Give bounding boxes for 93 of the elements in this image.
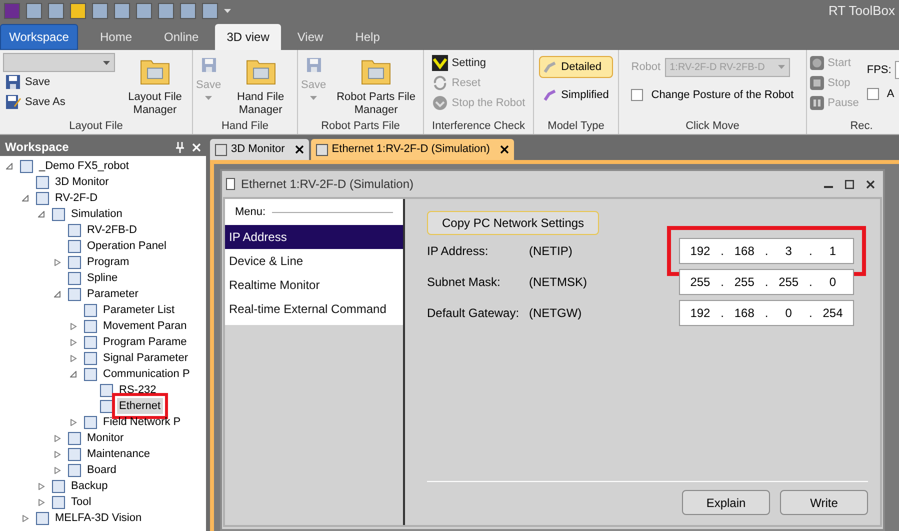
tree-item[interactable]: Maintenance [85,446,152,462]
parameter-name: (NETIP) [529,243,574,260]
ip-address-field[interactable]: 255 . 255 . 255 . 0 [679,269,854,295]
menu-item[interactable]: IP Address [225,225,403,249]
checkbox-label: Change Posture of the Robot [651,88,794,103]
dot-separator: . [720,274,724,291]
field-label: Robot [631,60,661,75]
ribbon-group-label: Hand File [220,119,270,134]
tree-item[interactable]: Simulation [69,206,124,222]
ribbon-large-button[interactable]: Layout File Manager [121,53,189,117]
model-type-button[interactable]: Simplified [539,84,613,106]
dialog-button[interactable]: Write [780,490,868,515]
ip-address-field[interactable]: 192 . 168 . 0 . 254 [679,300,854,326]
tree-item[interactable]: Spline [85,270,120,286]
ribbon-large-button[interactable]: Robot Parts File Manager [332,53,420,117]
ribbon-tab[interactable]: Home [84,24,148,50]
tree-item[interactable]: RV-2F-D [53,190,100,206]
tree-item[interactable]: _Demo FX5_robot [37,158,131,174]
document-tab[interactable]: 3D Monitor [210,139,309,160]
tree-item[interactable]: Operation Panel [85,238,168,254]
parameter-name: (NETMSK) [529,274,588,291]
tree-item[interactable]: Field Network P [101,414,183,430]
fps-label: FPS: [866,62,892,78]
octet-value: 254 [822,305,844,322]
tree-item[interactable]: Signal Parameter [101,350,190,366]
octet-value: 255 [733,274,756,291]
dot-separator: . [764,243,768,260]
octet-value: 168 [733,243,756,260]
ribbon-group-label: Model Type [546,119,606,134]
menu-heading: Menu: [235,204,266,220]
ribbon-group-label: Robot Parts File [320,119,401,134]
octet-value: 0 [784,305,793,322]
window-title: RT ToolBox [828,2,895,20]
field-label: IP Address: [427,243,490,260]
model-type-button[interactable]: Detailed [539,56,613,78]
ribbon-button[interactable]: Setting [430,53,528,73]
menu-item[interactable]: Real-time External Command [225,297,403,321]
octet-value: 255 [778,274,800,291]
octet-value: 168 [733,305,756,322]
ribbon-tab[interactable]: Help [339,24,396,50]
dialog-button[interactable]: Explain [682,490,770,515]
ribbon-button[interactable]: Save As [3,92,115,112]
tree-item[interactable]: Program Parame [101,334,189,350]
ribbon-group-label: Click Move [684,119,740,134]
dot-separator: . [764,274,768,291]
tree-item[interactable]: Program [85,254,132,270]
checkbox-option[interactable]: Change Posture of the Robot [631,84,794,106]
tree-item[interactable]: Backup [69,478,110,494]
document-tab[interactable]: Ethernet 1:RV-2F-D (Simulation) [310,139,514,160]
octet-value: 0 [828,274,838,291]
ribbon-tab[interactable]: Online [148,24,215,50]
menu-item[interactable]: Device & Line [225,249,403,273]
tree-item[interactable]: Monitor [85,430,126,446]
tree-item[interactable]: MELFA-3D Vision [53,510,144,526]
ribbon-group-label: Interference Check [431,119,526,134]
tree-item[interactable]: Movement Paran [101,318,189,334]
tree-item[interactable]: RS-232 [117,382,158,398]
octet-value: 192 [689,305,712,322]
octet-value: 1 [828,243,838,260]
ribbon-button[interactable]: Save [3,72,115,92]
menu-item[interactable]: Realtime Monitor [225,273,403,297]
dot-separator: . [720,243,724,260]
dot-separator: . [809,274,812,291]
tree-item[interactable]: Communication P [101,366,192,382]
checkbox-option[interactable]: A [866,83,899,105]
tree-item[interactable]: Tool [69,494,94,510]
tree-item[interactable]: 3D Monitor [53,174,111,190]
tree-item[interactable]: Parameter List [101,302,177,318]
parameter-name: (NETGW) [529,305,583,322]
tree-item[interactable]: Parameter [85,286,140,302]
dot-separator: . [809,243,812,260]
ribbon-tab[interactable]: Workspace [0,24,78,50]
field-label: Default Gateway: [427,305,520,322]
dot-separator: . [720,305,724,322]
tree-item[interactable]: Ethernet [117,398,163,414]
dialog-title: Ethernet 1:RV-2F-D (Simulation) [241,176,414,193]
ip-address-field[interactable]: 192 . 168 . 3 . 1 [679,238,854,264]
ribbon-tab[interactable]: View [281,24,340,50]
tree-item[interactable]: RV-2FB-D [85,222,139,238]
tree-item[interactable]: Board [85,462,118,478]
panel-title: Workspace [5,139,69,156]
ribbon-large-button[interactable]: Hand File Manager [227,53,294,117]
copy-settings-button[interactable]: Copy PC Network Settings [427,211,600,235]
dot-separator: . [809,305,812,322]
octet-value: 192 [689,243,712,260]
ribbon-tab[interactable]: 3D view [214,24,282,50]
field-label: Subnet Mask: [427,274,502,291]
dot-separator: . [764,305,768,322]
checkbox-label: A [886,86,894,102]
octet-value: 255 [689,274,712,291]
octet-value: 3 [784,243,793,260]
ribbon-group-label: Layout File [68,119,124,134]
ribbon-group-label: Rec. [849,119,874,134]
